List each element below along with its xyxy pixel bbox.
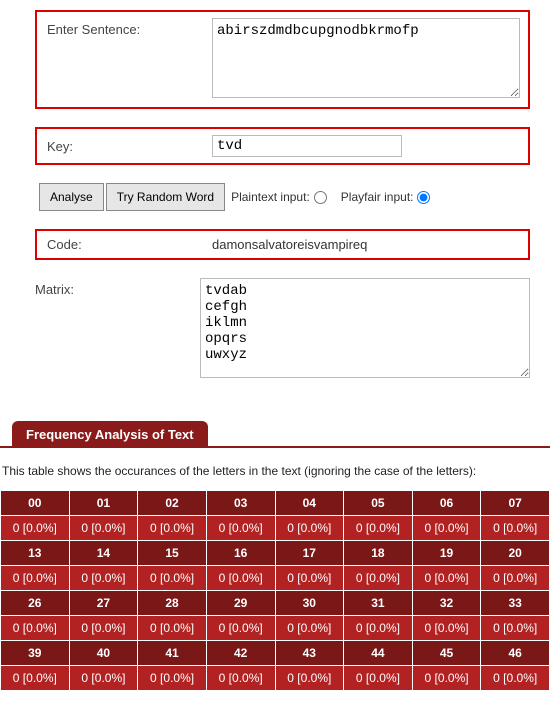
freq-head-cell: 44 <box>344 641 413 666</box>
freq-val-cell: 0 [0.0%] <box>344 616 413 641</box>
freq-head-cell: 42 <box>206 641 275 666</box>
freq-head-cell: 19 <box>412 541 481 566</box>
sentence-input[interactable] <box>212 18 520 98</box>
freq-head-cell: 13 <box>1 541 70 566</box>
freq-val-cell: 0 [0.0%] <box>138 666 207 691</box>
freq-val-cell: 0 [0.0%] <box>344 516 413 541</box>
plaintext-label: Plaintext input: <box>231 190 310 204</box>
freq-head-cell: 02 <box>138 491 207 516</box>
freq-head-cell: 41 <box>138 641 207 666</box>
playfair-label: Playfair input: <box>341 190 414 204</box>
freq-val-cell: 0 [0.0%] <box>412 666 481 691</box>
plaintext-radio[interactable] <box>314 191 327 204</box>
freq-val-cell: 0 [0.0%] <box>275 666 344 691</box>
freq-head-cell: 43 <box>275 641 344 666</box>
freq-val-cell: 0 [0.0%] <box>344 566 413 591</box>
sentence-label: Enter Sentence: <box>47 18 212 37</box>
freq-val-cell: 0 [0.0%] <box>275 616 344 641</box>
button-row: Analyse Try Random Word Plaintext input:… <box>35 183 530 211</box>
freq-val-cell: 0 [0.0%] <box>206 666 275 691</box>
freq-head-cell: 31 <box>344 591 413 616</box>
matrix-input[interactable] <box>200 278 530 378</box>
freq-head-cell: 28 <box>138 591 207 616</box>
freq-head-cell: 07 <box>481 491 550 516</box>
freq-val-cell: 0 [0.0%] <box>138 566 207 591</box>
freq-head-cell: 17 <box>275 541 344 566</box>
freq-head-cell: 14 <box>69 541 138 566</box>
freq-head-cell: 06 <box>412 491 481 516</box>
code-label: Code: <box>47 237 212 252</box>
freq-val-cell: 0 [0.0%] <box>206 566 275 591</box>
freq-val-cell: 0 [0.0%] <box>481 616 550 641</box>
freq-val-cell: 0 [0.0%] <box>412 616 481 641</box>
freq-val-cell: 0 [0.0%] <box>275 516 344 541</box>
freq-val-cell: 0 [0.0%] <box>69 616 138 641</box>
freq-val-cell: 0 [0.0%] <box>206 516 275 541</box>
freq-head-cell: 03 <box>206 491 275 516</box>
key-input[interactable] <box>212 135 402 157</box>
freq-head-cell: 32 <box>412 591 481 616</box>
freq-val-cell: 0 [0.0%] <box>1 566 70 591</box>
key-label: Key: <box>47 135 212 154</box>
freq-val-cell: 0 [0.0%] <box>1 616 70 641</box>
freq-head-cell: 46 <box>481 641 550 666</box>
freq-val-cell: 0 [0.0%] <box>1 516 70 541</box>
freq-head-cell: 30 <box>275 591 344 616</box>
matrix-label: Matrix: <box>35 278 200 297</box>
freq-val-cell: 0 [0.0%] <box>69 516 138 541</box>
freq-head-cell: 04 <box>275 491 344 516</box>
freq-val-cell: 0 [0.0%] <box>138 516 207 541</box>
random-word-button[interactable]: Try Random Word <box>106 183 225 211</box>
freq-val-cell: 0 [0.0%] <box>69 566 138 591</box>
freq-table: 00010203040506070 [0.0%]0 [0.0%]0 [0.0%]… <box>0 490 550 691</box>
freq-val-cell: 0 [0.0%] <box>138 616 207 641</box>
freq-head-cell: 29 <box>206 591 275 616</box>
analyse-button[interactable]: Analyse <box>39 183 104 211</box>
freq-head-cell: 01 <box>69 491 138 516</box>
freq-val-cell: 0 [0.0%] <box>481 666 550 691</box>
freq-head-cell: 16 <box>206 541 275 566</box>
freq-head-cell: 18 <box>344 541 413 566</box>
matrix-row: Matrix: <box>35 278 530 381</box>
freq-val-cell: 0 [0.0%] <box>206 616 275 641</box>
freq-val-cell: 0 [0.0%] <box>1 666 70 691</box>
freq-head-cell: 20 <box>481 541 550 566</box>
sentence-row: Enter Sentence: <box>35 10 530 109</box>
freq-val-cell: 0 [0.0%] <box>344 666 413 691</box>
freq-head-cell: 45 <box>412 641 481 666</box>
freq-head-cell: 40 <box>69 641 138 666</box>
freq-val-cell: 0 [0.0%] <box>275 566 344 591</box>
freq-head-cell: 00 <box>1 491 70 516</box>
freq-head-cell: 15 <box>138 541 207 566</box>
freq-header: Frequency Analysis of Text <box>12 421 208 448</box>
freq-desc: This table shows the occurances of the l… <box>0 464 550 478</box>
freq-val-cell: 0 [0.0%] <box>412 566 481 591</box>
freq-head-cell: 33 <box>481 591 550 616</box>
freq-val-cell: 0 [0.0%] <box>412 516 481 541</box>
key-row: Key: <box>35 127 530 165</box>
freq-head-cell: 27 <box>69 591 138 616</box>
freq-val-cell: 0 [0.0%] <box>69 666 138 691</box>
freq-head-cell: 26 <box>1 591 70 616</box>
freq-val-cell: 0 [0.0%] <box>481 566 550 591</box>
freq-head-cell: 05 <box>344 491 413 516</box>
freq-val-cell: 0 [0.0%] <box>481 516 550 541</box>
playfair-radio[interactable] <box>417 191 430 204</box>
code-value: damonsalvatoreisvampireq <box>212 237 367 252</box>
freq-head-cell: 39 <box>1 641 70 666</box>
code-row: Code: damonsalvatoreisvampireq <box>35 229 530 260</box>
